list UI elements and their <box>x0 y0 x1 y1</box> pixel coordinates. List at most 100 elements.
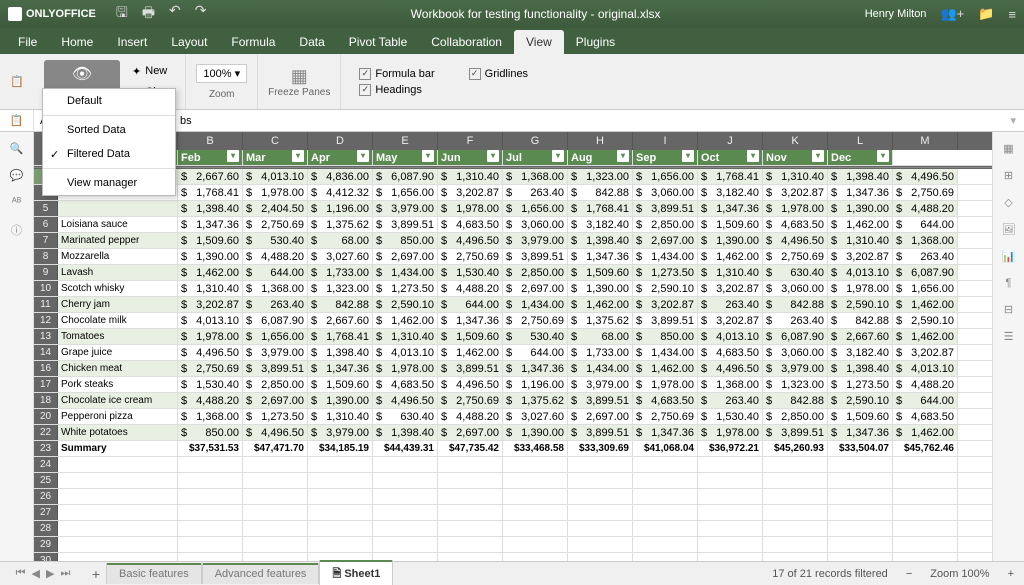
cell[interactable] <box>308 521 373 536</box>
cell[interactable] <box>633 473 698 488</box>
cell[interactable]: $1,310.40 <box>308 409 373 424</box>
cell[interactable] <box>178 505 243 520</box>
cell[interactable]: $1,390.00 <box>503 425 568 440</box>
cell[interactable]: Pork steaks <box>58 377 178 392</box>
cell[interactable]: Nov▾ <box>763 150 828 165</box>
row-number[interactable]: 14 <box>34 345 58 360</box>
cell[interactable]: $3,979.00 <box>503 233 568 248</box>
cell[interactable]: Chocolate ice cream <box>58 393 178 408</box>
filter-icon[interactable]: ▾ <box>292 150 304 162</box>
cell[interactable]: $2,750.69 <box>438 393 503 408</box>
cell[interactable]: $3,899.51 <box>568 425 633 440</box>
cell[interactable]: $2,697.00 <box>373 249 438 264</box>
cell[interactable] <box>828 489 893 504</box>
cell[interactable]: $263.40 <box>698 393 763 408</box>
row-number[interactable]: 18 <box>34 393 58 408</box>
cell[interactable] <box>893 473 958 488</box>
cell[interactable] <box>503 553 568 561</box>
cell[interactable]: $1,347.36 <box>438 313 503 328</box>
cell[interactable] <box>308 457 373 472</box>
cell[interactable]: $2,750.69 <box>243 217 308 232</box>
cell[interactable]: $1,462.00 <box>893 329 958 344</box>
cell[interactable] <box>438 489 503 504</box>
cell[interactable]: $2,697.00 <box>503 281 568 296</box>
grid-row[interactable]: 5$1,768.41$1,978.00$4,412.32$1,656.00$3,… <box>34 185 992 201</box>
cell[interactable]: Feb▾ <box>178 150 243 165</box>
grid-row[interactable]: 11Cherry jam$3,202.87$263.40$842.88$2,59… <box>34 297 992 313</box>
grid-row[interactable]: 6Loisiana sauce$1,347.36$2,750.69$1,375.… <box>34 217 992 233</box>
cell[interactable]: $263.40 <box>698 297 763 312</box>
cell[interactable]: $1,978.00 <box>633 377 698 392</box>
col-header[interactable]: E <box>373 132 438 150</box>
tab-advanced[interactable]: Advanced features <box>202 563 320 584</box>
cell[interactable]: $644.00 <box>243 265 308 280</box>
cell[interactable]: $3,202.87 <box>438 185 503 200</box>
cell[interactable] <box>373 505 438 520</box>
cell[interactable] <box>763 457 828 472</box>
cell[interactable]: $3,202.87 <box>893 345 958 360</box>
cell[interactable]: Grape juice <box>58 345 178 360</box>
cell[interactable]: $37,531.53 <box>178 441 243 456</box>
cell[interactable]: $2,850.00 <box>763 409 828 424</box>
row-number[interactable]: 11 <box>34 297 58 312</box>
grid-row[interactable]: 16Chicken meat$2,750.69$3,899.51$1,347.3… <box>34 361 992 377</box>
cell[interactable] <box>828 537 893 552</box>
cell[interactable]: $4,496.50 <box>893 169 958 184</box>
cell[interactable]: $4,488.20 <box>178 393 243 408</box>
cell[interactable]: $1,398.40 <box>568 233 633 248</box>
cell[interactable]: $1,310.40 <box>698 265 763 280</box>
cell[interactable] <box>58 537 178 552</box>
cell[interactable] <box>763 489 828 504</box>
cell[interactable]: $3,202.87 <box>763 185 828 200</box>
cell[interactable]: $1,462.00 <box>828 217 893 232</box>
view-filtered[interactable]: Filtered Data <box>43 142 175 166</box>
cell[interactable] <box>763 521 828 536</box>
zoom-in-icon[interactable]: + <box>1008 568 1014 580</box>
cell[interactable]: Oct▾ <box>698 150 763 165</box>
tab-sheet1[interactable]: 🗎 Sheet1 <box>319 560 393 585</box>
cell[interactable]: $1,347.36 <box>308 361 373 376</box>
cell[interactable] <box>243 473 308 488</box>
cell[interactable] <box>58 201 178 216</box>
cell[interactable]: $2,750.69 <box>503 313 568 328</box>
cell[interactable]: Summary <box>58 441 178 456</box>
cell[interactable] <box>438 457 503 472</box>
cell[interactable]: $4,013.10 <box>178 313 243 328</box>
cell[interactable]: $1,462.00 <box>568 297 633 312</box>
row-number[interactable]: 22 <box>34 425 58 440</box>
cell[interactable]: $4,488.20 <box>243 249 308 264</box>
cell[interactable] <box>763 537 828 552</box>
cell[interactable]: $4,412.32 <box>308 185 373 200</box>
grid-row[interactable]: 26 <box>34 489 992 505</box>
cell[interactable] <box>828 521 893 536</box>
paste-icon[interactable]: 📋 <box>10 114 24 127</box>
cell[interactable]: $4,488.20 <box>893 201 958 216</box>
cell[interactable]: $1,347.36 <box>178 217 243 232</box>
row-number[interactable]: 24 <box>34 457 58 472</box>
cell[interactable]: $1,375.62 <box>503 393 568 408</box>
cell[interactable]: $3,899.51 <box>633 201 698 216</box>
cell[interactable]: $33,504.07 <box>828 441 893 456</box>
cell[interactable] <box>178 553 243 561</box>
cell[interactable] <box>503 457 568 472</box>
cell[interactable]: $530.40 <box>243 233 308 248</box>
menu-icon[interactable]: ≡ <box>1008 7 1016 22</box>
cell[interactable]: $3,202.87 <box>178 297 243 312</box>
grid-row[interactable]: 27 <box>34 505 992 521</box>
cell[interactable]: $842.88 <box>763 393 828 408</box>
cell[interactable] <box>893 553 958 561</box>
spellcheck-icon[interactable]: ᴬᴮ <box>12 196 22 208</box>
cell[interactable]: $36,972.21 <box>698 441 763 456</box>
cell[interactable] <box>568 553 633 561</box>
cell[interactable]: $1,310.40 <box>438 169 503 184</box>
cell[interactable]: $2,590.10 <box>893 313 958 328</box>
cell[interactable]: $2,667.60 <box>828 329 893 344</box>
cell[interactable]: $1,462.00 <box>893 297 958 312</box>
cell[interactable]: $644.00 <box>438 297 503 312</box>
cell[interactable]: $1,509.60 <box>568 265 633 280</box>
cell[interactable]: $4,013.10 <box>243 169 308 184</box>
cell[interactable]: $4,683.50 <box>893 409 958 424</box>
cell[interactable] <box>373 473 438 488</box>
row-number[interactable]: 26 <box>34 489 58 504</box>
row-number[interactable]: 25 <box>34 473 58 488</box>
